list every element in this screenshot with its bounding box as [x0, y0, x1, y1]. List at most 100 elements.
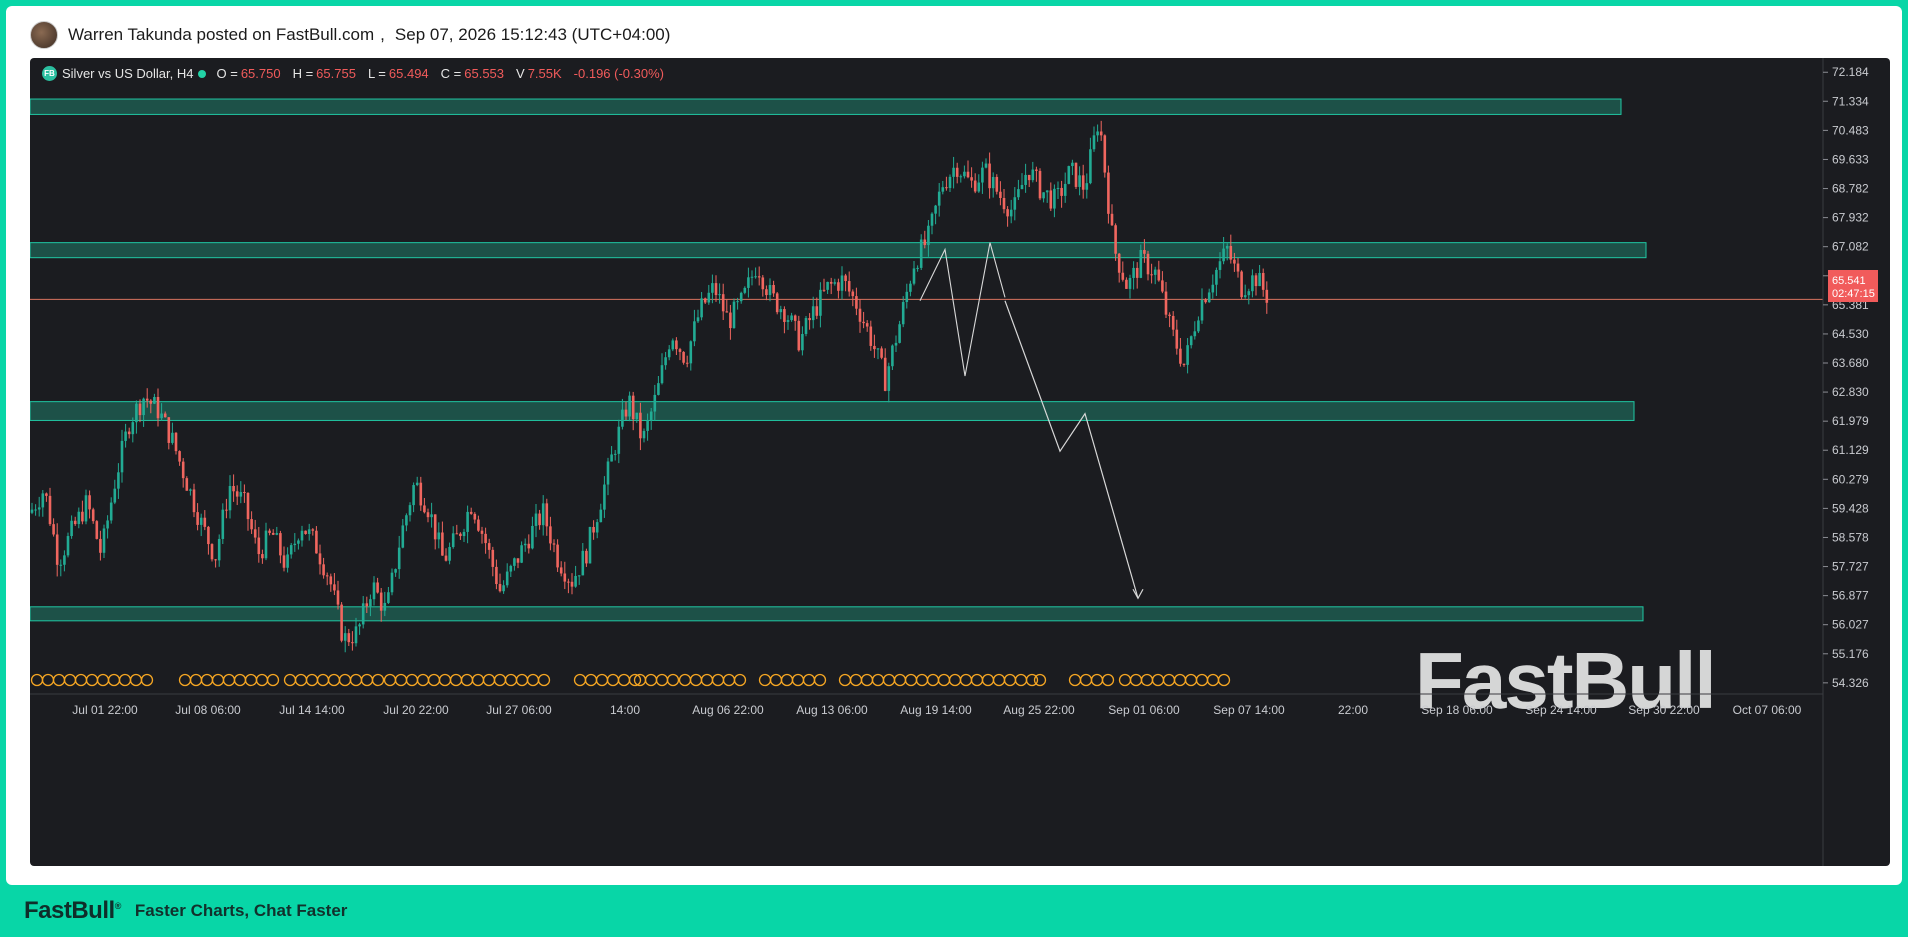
candle-body — [937, 191, 941, 206]
chart-panel[interactable]: FB Silver vs US Dollar, H4 O = 65.750 H … — [30, 58, 1890, 866]
y-tick-label: 61.129 — [1832, 443, 1869, 457]
event-icon — [140, 673, 154, 687]
candle-body — [1243, 295, 1247, 298]
event-icon — [316, 673, 330, 687]
symbol-title[interactable]: Silver vs US Dollar, H4 — [62, 66, 193, 81]
price-tag-layer: 65.541 02:47:15 — [1828, 270, 1878, 302]
candle-body — [376, 582, 379, 593]
candle-body — [120, 440, 124, 473]
high-label: H = — [292, 66, 314, 81]
footer-brand-text: FastBull — [24, 897, 115, 924]
candle-body — [1132, 267, 1135, 278]
candle-body — [531, 525, 534, 549]
y-tick-label: 72.184 — [1832, 65, 1869, 79]
candle-body — [855, 296, 858, 309]
candle-body — [1200, 300, 1204, 321]
candle-body — [880, 348, 883, 358]
candle-body — [869, 326, 873, 346]
candle-body — [840, 275, 844, 291]
candle-body — [361, 603, 365, 625]
candle-body — [520, 545, 523, 563]
candle-body — [113, 488, 117, 503]
candle-body — [372, 582, 376, 600]
candle-body — [815, 306, 819, 316]
candle-body — [718, 294, 721, 296]
y-tick-label: 71.334 — [1832, 94, 1869, 108]
post-timestamp: Sep 07, 2026 15:12:43 (UTC+04:00) — [394, 25, 671, 44]
candle-body — [495, 566, 498, 585]
candle-body — [862, 321, 865, 324]
candle-body — [390, 572, 394, 593]
candle-body — [934, 205, 937, 214]
event-icon — [678, 673, 692, 687]
candle-body — [30, 509, 34, 513]
candle-body — [988, 163, 991, 189]
candle-body — [279, 533, 282, 556]
candle-body — [66, 536, 70, 556]
candle-body — [253, 529, 257, 538]
event-icon — [904, 673, 918, 687]
candle-body — [257, 537, 261, 555]
event-icon — [1118, 673, 1132, 687]
candle-body — [1261, 272, 1265, 290]
candle-body — [448, 546, 451, 561]
candle-body — [873, 345, 876, 350]
event-icon — [266, 673, 280, 687]
candle-body — [606, 461, 610, 485]
y-tick-label: 57.727 — [1832, 560, 1869, 574]
candle-body — [747, 277, 750, 288]
post-separator: , — [380, 25, 385, 44]
candle-body — [887, 366, 891, 391]
event-icon — [255, 673, 269, 687]
candle-body — [642, 430, 646, 439]
candle-body — [1258, 272, 1261, 287]
candle-body — [1042, 192, 1045, 199]
candle-body — [365, 603, 369, 607]
candle-body — [786, 320, 790, 322]
candle-body — [41, 493, 45, 508]
candle-body — [459, 533, 462, 537]
event-icon — [383, 673, 397, 687]
low-value: 65.494 — [388, 66, 429, 81]
candle-body — [1218, 261, 1222, 270]
candle-body — [912, 268, 916, 284]
event-icon — [63, 673, 77, 687]
event-icon — [573, 673, 587, 687]
x-tick-label: Sep 18 06:00 — [1421, 703, 1493, 717]
candle-body — [1225, 245, 1229, 249]
candle-body — [246, 492, 250, 520]
event-icon — [294, 673, 308, 687]
event-icon — [107, 673, 121, 687]
candle-body — [196, 512, 199, 525]
price-chart[interactable]: FastBull 72.18471.33470.48369.63368.7826… — [30, 58, 1890, 866]
event-icon — [526, 673, 540, 687]
candle-body — [865, 323, 869, 327]
candle-body — [588, 526, 592, 564]
candle-body — [797, 320, 801, 351]
event-icon — [655, 673, 669, 687]
candle-body — [919, 239, 923, 268]
candle-body — [333, 584, 336, 591]
candle-body — [1114, 225, 1117, 254]
post-header: Warren Takunda posted on FastBull.com , … — [30, 21, 670, 49]
post-card: Warren Takunda posted on FastBull.com , … — [6, 6, 1902, 885]
y-tick-label: 70.483 — [1832, 123, 1869, 137]
high-value: 65.755 — [316, 66, 356, 81]
candle-body — [1027, 174, 1031, 181]
event-icon — [915, 673, 929, 687]
avatar[interactable] — [30, 21, 58, 49]
candle-body — [250, 519, 253, 530]
footer-logo[interactable]: FastBull® — [24, 897, 121, 925]
event-icon — [584, 673, 598, 687]
candle-body — [581, 550, 585, 576]
x-tick-label: Jul 27 06:00 — [486, 703, 552, 717]
candle-body — [793, 315, 797, 321]
candle-body — [127, 431, 131, 435]
fastbull-badge-icon: FB — [42, 66, 57, 81]
candle-body — [354, 626, 358, 644]
candle-body — [1128, 277, 1132, 289]
footer-reg-mark: ® — [114, 901, 122, 911]
candle-body — [181, 461, 185, 479]
candle-body — [556, 544, 559, 568]
candle-body — [423, 505, 426, 513]
